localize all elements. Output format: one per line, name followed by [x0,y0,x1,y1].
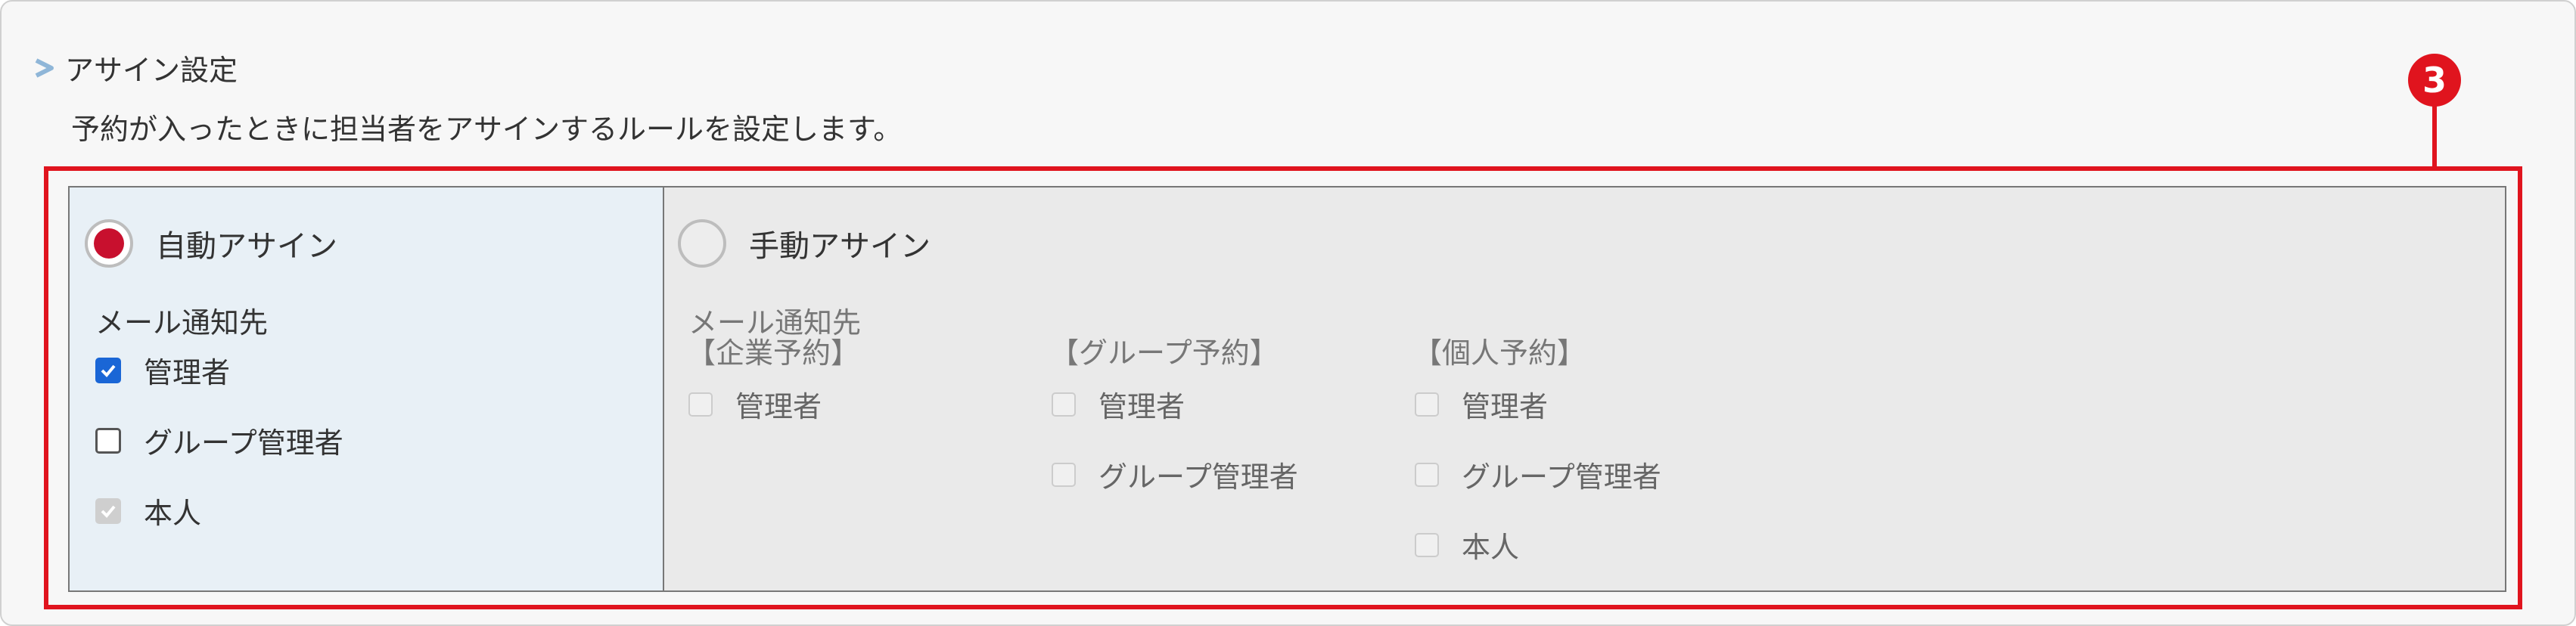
checkbox [95,497,121,524]
option-label: 管理者 [1098,390,1185,423]
group-option-admin: 管理者 [1052,383,1185,425]
manual-assign-panel [663,186,2506,592]
auto-option-self: 本人 [95,490,201,531]
auto-option-group-admin[interactable]: グループ管理者 [95,420,343,461]
section-header: アサイン設定 [33,47,238,88]
option-label: 管理者 [1462,390,1549,423]
checkbox [1415,532,1439,557]
checkbox [688,392,713,417]
checkbox[interactable] [95,357,121,383]
individual-option-group-admin: グループ管理者 [1415,454,1661,495]
section-title: アサイン設定 [65,54,238,87]
chevron-right-icon [35,57,54,78]
option-label: 本人 [144,497,202,530]
auto-assign-radio-option[interactable]: 自動アサイン [85,219,337,268]
checkbox [1052,392,1076,417]
check-icon [101,505,116,518]
manual-assign-label: 手動アサイン [749,229,931,264]
option-label: グループ管理者 [1098,460,1298,494]
callout-marker: 3 [2408,54,2461,107]
group-option-group-admin: グループ管理者 [1052,454,1298,495]
option-label: グループ管理者 [1462,460,1661,494]
company-option-admin: 管理者 [688,383,822,425]
checkbox [1415,462,1439,487]
option-label: 管理者 [144,356,231,389]
callout-line [2432,106,2437,166]
manual-assign-radio-option[interactable]: 手動アサイン [678,219,931,268]
individual-option-admin: 管理者 [1415,383,1548,425]
auto-option-admin[interactable]: 管理者 [95,349,230,391]
option-label: 管理者 [735,390,822,423]
option-label: グループ管理者 [144,426,343,460]
auto-assign-radio[interactable] [85,219,133,268]
group-title-group: 【グループ予約】 [1050,336,1279,370]
auto-mail-label: メール通知先 [95,306,269,339]
checkbox [1415,392,1439,417]
manual-assign-radio[interactable] [678,219,726,268]
section-description: 予約が入ったときに担当者をアサインするルールを設定します。 [71,113,903,146]
check-icon [101,364,116,377]
checkbox [1052,462,1076,487]
option-label: 本人 [1462,531,1520,564]
group-title-individual: 【個人予約】 [1413,336,1586,370]
checkbox[interactable] [95,427,121,454]
individual-option-self: 本人 [1415,524,1519,566]
radio-selected-dot [94,228,124,259]
group-title-company: 【企業予約】 [687,336,860,370]
auto-assign-label: 自動アサイン [156,229,337,264]
